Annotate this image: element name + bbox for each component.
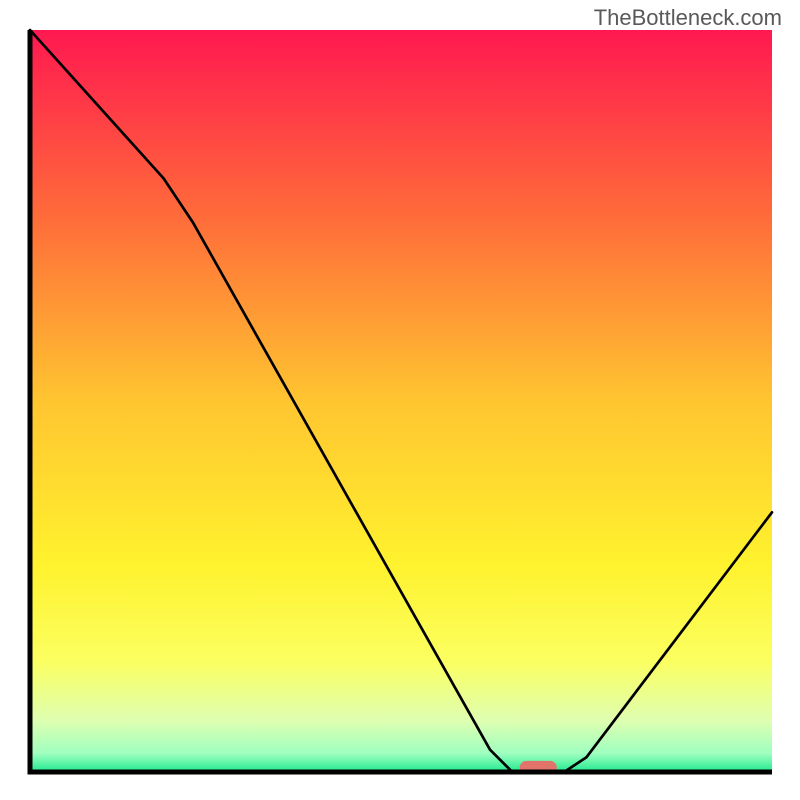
chart-svg (0, 0, 800, 800)
bottleneck-chart: TheBottleneck.com (0, 0, 800, 800)
watermark-text: TheBottleneck.com (594, 5, 782, 31)
